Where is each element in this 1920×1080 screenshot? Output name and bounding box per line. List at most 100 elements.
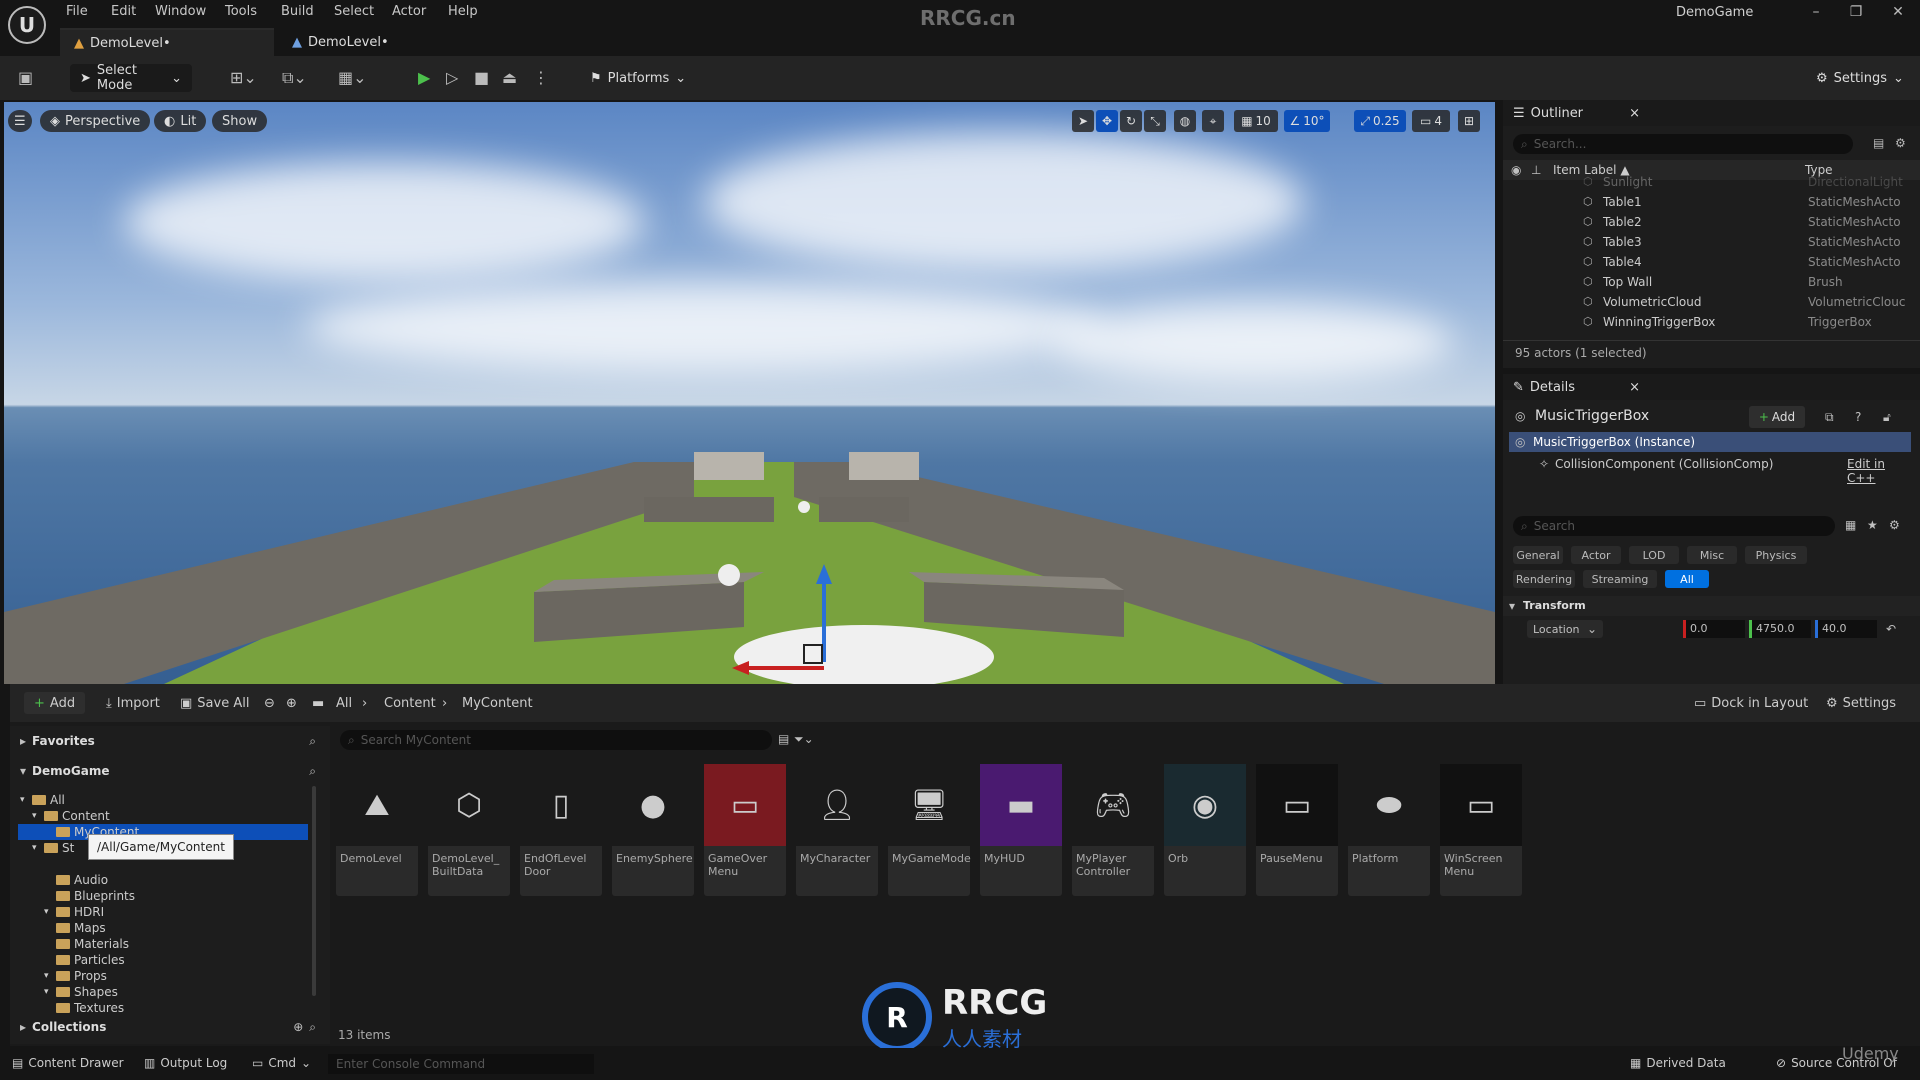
minimize-icon[interactable]: – <box>1806 4 1826 20</box>
asset-tile[interactable]: 👤︎ MyCharacter <box>796 764 878 896</box>
location-x-field[interactable]: 0.0 <box>1683 620 1745 638</box>
cinematics-icon[interactable]: ▦⌄ <box>338 68 367 87</box>
asset-tile[interactable]: ▭ GameOver Menu <box>704 764 786 896</box>
tab-demolevel-active[interactable]: ▲ DemoLevel• <box>60 28 274 56</box>
menu-tools[interactable]: Tools <box>225 4 257 19</box>
add-component-button[interactable]: + Add <box>1749 406 1805 428</box>
eject-icon[interactable]: ⏏ <box>502 68 517 87</box>
menu-select[interactable]: Select <box>334 4 374 19</box>
menu-file[interactable]: File <box>66 4 88 19</box>
tree-folder[interactable]: ▾ St <box>32 840 74 856</box>
outliner-row[interactable]: ⬡ Top Wall Brush <box>1503 272 1920 292</box>
category-general[interactable]: General <box>1513 546 1563 564</box>
reset-icon[interactable]: ↶ <box>1886 622 1896 636</box>
location-y-field[interactable]: 4750.0 <box>1749 620 1811 638</box>
scale-tool-icon[interactable]: ⤡ <box>1144 110 1166 132</box>
blueprint-icon[interactable]: ⧉ <box>1825 410 1834 425</box>
cmd-dropdown[interactable]: ▭ Cmd ⌄ <box>252 1056 311 1070</box>
breadcrumb-all[interactable]: All <box>336 692 352 714</box>
forward-icon[interactable]: ⊕ <box>286 692 297 714</box>
surface-snap-icon[interactable]: ⌖ <box>1202 110 1224 132</box>
tree-folder[interactable]: ▾ Props <box>44 968 107 984</box>
lock-icon[interactable]: 🔓︎ <box>1883 410 1891 425</box>
console-input[interactable]: Enter Console Command <box>328 1054 594 1074</box>
asset-tile[interactable]: ◉ Orb <box>1164 764 1246 896</box>
outliner-row[interactable]: ⬡ Table2 StaticMeshActo <box>1503 212 1920 232</box>
blueprint-icon[interactable]: ⧉⌄ <box>282 68 307 88</box>
tree-folder[interactable]: Materials <box>44 936 129 952</box>
outliner-row[interactable]: ⬡ Table4 StaticMeshActo <box>1503 252 1920 272</box>
menu-actor[interactable]: Actor <box>392 4 426 19</box>
asset-tile[interactable]: ⛰ DemoLevel <box>336 764 418 896</box>
tree-folder[interactable]: Textures <box>44 1000 124 1016</box>
level-viewport[interactable]: ☰ ◈ Perspective ◐ Lit Show ➤ ✥ ↻ ⤡ ◍ ⌖ ▦ 10… <box>4 102 1495 684</box>
browser-settings-button[interactable]: ⚙ Settings <box>1826 692 1896 714</box>
outliner-row[interactable]: ⬡ Table3 StaticMeshActo <box>1503 232 1920 252</box>
favorites-section[interactable]: ▸ Favorites ⌕ <box>20 730 316 752</box>
step-icon[interactable]: ▷ <box>446 68 458 87</box>
category-lod[interactable]: LOD <box>1629 546 1679 564</box>
move-tool-icon[interactable]: ✥ <box>1096 110 1118 132</box>
world-space-icon[interactable]: ◍ <box>1174 110 1196 132</box>
menu-edit[interactable]: Edit <box>111 4 136 19</box>
content-drawer-button[interactable]: ▤ Content Drawer <box>12 1056 124 1070</box>
viewport-menu-button[interactable]: ☰ <box>8 110 32 132</box>
asset-tile[interactable]: ▯ EndOfLevel Door <box>520 764 602 896</box>
star-icon[interactable]: ★ <box>1867 518 1878 532</box>
table-view-icon[interactable]: ▦ <box>1845 518 1856 532</box>
outliner-row[interactable]: ⬡ VolumetricCloud VolumetricClouc <box>1503 292 1920 312</box>
import-button[interactable]: ⤓ Import <box>106 692 160 714</box>
gear-icon[interactable]: ⚙ <box>1889 518 1900 532</box>
category-all[interactable]: All <box>1665 570 1709 588</box>
close-icon[interactable]: ✕ <box>1888 4 1908 20</box>
rotation-snap-button[interactable]: ∠ 10° <box>1284 110 1330 132</box>
back-icon[interactable]: ⊖ <box>264 692 275 714</box>
breadcrumb-content[interactable]: Content <box>384 692 436 714</box>
tab-demolevel[interactable]: ▲ DemoLevel• <box>278 28 418 56</box>
location-z-field[interactable]: 40.0 <box>1815 620 1877 638</box>
save-icon[interactable]: ▣ <box>18 68 33 87</box>
menu-window[interactable]: Window <box>155 4 206 19</box>
asset-tile[interactable]: ▭ PauseMenu <box>1256 764 1338 896</box>
help-icon[interactable]: ? <box>1855 410 1861 424</box>
platforms-dropdown[interactable]: ⚑ Platforms ⌄ <box>580 64 696 92</box>
save-all-button[interactable]: ▣ Save All <box>180 692 249 714</box>
close-icon[interactable]: × <box>1629 380 1640 395</box>
select-tool-icon[interactable]: ➤ <box>1072 110 1094 132</box>
asset-tile[interactable]: ● EnemySphere <box>612 764 694 896</box>
outliner-search[interactable]: ⌕ Search... <box>1513 134 1853 154</box>
component-row[interactable]: ✧ CollisionComponent (CollisionComp) Edi… <box>1509 454 1911 485</box>
gear-icon[interactable]: ⚙ <box>1895 136 1906 150</box>
transform-section[interactable]: ▾ Transform <box>1503 596 1920 616</box>
output-log-button[interactable]: ▥ Output Log <box>144 1056 227 1070</box>
add-folder-icon[interactable]: ▤ <box>1873 136 1884 150</box>
category-rendering[interactable]: Rendering <box>1513 570 1575 588</box>
add-content-icon[interactable]: ⊞⌄ <box>230 68 257 87</box>
derived-data-button[interactable]: ▦ Derived Data <box>1630 1056 1726 1070</box>
show-button[interactable]: Show <box>212 110 268 132</box>
scale-snap-button[interactable]: ⤢ 0.25 <box>1354 110 1406 132</box>
close-icon[interactable]: × <box>1629 106 1640 121</box>
instance-row[interactable]: ◎ MusicTriggerBox (Instance) <box>1509 432 1911 452</box>
asset-tile[interactable]: 🎮︎ MyPlayer Controller <box>1072 764 1154 896</box>
project-section[interactable]: ▾ DemoGame ⌕ <box>20 760 316 782</box>
asset-tile[interactable]: ▬ MyHUD <box>980 764 1062 896</box>
search-icon[interactable]: ⌕ <box>309 764 316 779</box>
add-collection-icon[interactable]: ⊕ <box>293 1020 303 1034</box>
tree-folder[interactable]: ▾ HDRI <box>44 904 104 920</box>
settings-dropdown[interactable]: ⚙ Settings ⌄ <box>1806 64 1914 92</box>
category-streaming[interactable]: Streaming <box>1583 570 1657 588</box>
unreal-logo-icon[interactable]: U <box>8 6 46 44</box>
viewport-layout-icon[interactable]: ⊞ <box>1458 110 1480 132</box>
more-options-icon[interactable]: ⋮ <box>533 68 549 87</box>
tree-folder[interactable]: ▾ All <box>20 792 65 808</box>
tree-folder[interactable]: ▾ Content <box>32 808 110 824</box>
asset-tile[interactable]: ▭ WinScreen Menu <box>1440 764 1522 896</box>
outliner-row[interactable]: ⬡ WinningTriggerBox TriggerBox <box>1503 312 1920 332</box>
category-actor[interactable]: Actor <box>1571 546 1621 564</box>
filter-icon[interactable]: ⏷⌄ <box>794 732 814 747</box>
tree-scrollbar[interactable] <box>312 786 316 996</box>
tree-folder[interactable]: Particles <box>44 952 125 968</box>
add-button[interactable]: + Add <box>24 692 86 714</box>
details-search[interactable]: ⌕ Search <box>1513 516 1835 536</box>
